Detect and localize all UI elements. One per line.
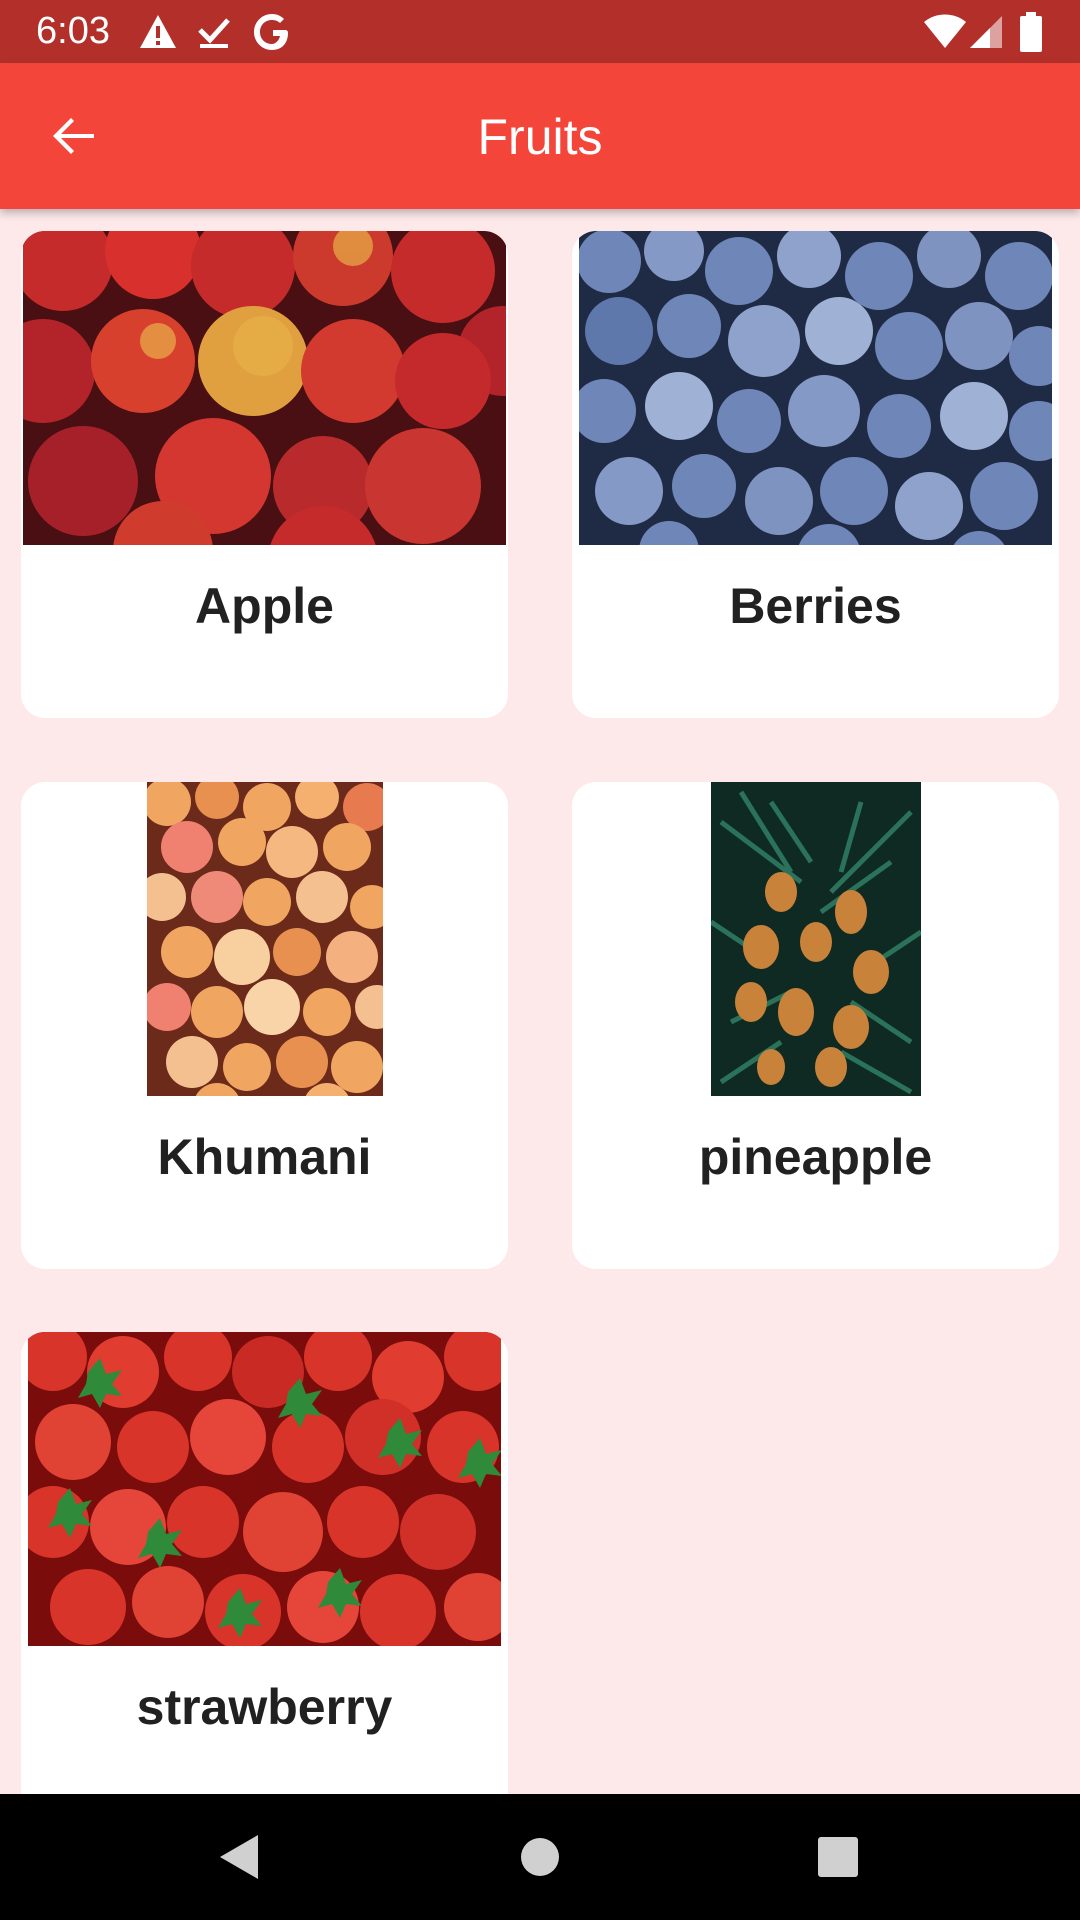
fruit-label: Berries (729, 578, 902, 634)
berries-image (579, 231, 1052, 545)
google-icon (254, 14, 288, 50)
fruit-card-khumani[interactable]: Khumani (21, 782, 508, 1269)
status-time: 6:03 (36, 10, 110, 52)
battery-icon (1020, 12, 1042, 52)
wifi-icon (924, 14, 966, 48)
fruit-label: strawberry (136, 1679, 393, 1735)
fruit-card-berries[interactable]: Berries (572, 231, 1059, 718)
download-done-icon (198, 18, 230, 48)
pineapple-image (711, 782, 921, 1096)
home-circle-icon[interactable] (510, 1827, 570, 1887)
fruit-card-apple[interactable]: Apple (21, 231, 508, 718)
navigation-bar (0, 1794, 1080, 1920)
khumani-image (147, 782, 383, 1096)
strawberry-image (28, 1332, 501, 1646)
fruit-card-pineapple[interactable]: pineapple (572, 782, 1059, 1269)
recents-square-icon[interactable] (808, 1827, 868, 1887)
app-bar: Fruits (0, 63, 1080, 209)
signal-icon (970, 16, 1002, 48)
status-bar: 6:03 (0, 0, 1080, 63)
fruit-label: Khumani (157, 1129, 372, 1185)
apple-image (23, 231, 506, 545)
fruit-label: pineapple (698, 1129, 933, 1185)
back-triangle-icon[interactable] (210, 1827, 270, 1887)
page-title: Fruits (477, 109, 603, 165)
fruit-label: Apple (195, 578, 334, 634)
warning-icon (140, 15, 176, 48)
